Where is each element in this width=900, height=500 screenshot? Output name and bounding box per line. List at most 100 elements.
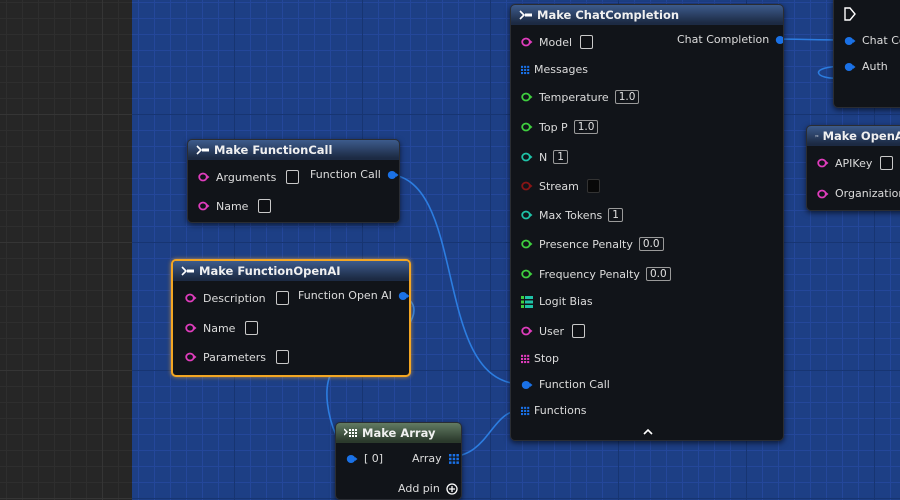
array-pin-icon[interactable] bbox=[521, 406, 531, 416]
messages-pin-row[interactable]: Messages bbox=[521, 63, 588, 76]
string-pin-icon bbox=[817, 189, 829, 198]
collapse-chevron-icon[interactable] bbox=[642, 428, 654, 436]
arguments-input[interactable] bbox=[286, 170, 300, 184]
make-array-node[interactable]: Make Array [ 0] Array Add pin bbox=[335, 422, 462, 500]
make-struct-icon bbox=[196, 145, 209, 155]
pin-label: Stop bbox=[534, 352, 560, 365]
max-tokens-value-field[interactable]: 1 bbox=[608, 208, 623, 222]
frequency-penalty-pin-row[interactable]: Frequency Penalty 0.0 bbox=[521, 267, 671, 281]
function-call-pin-row[interactable]: Function Call bbox=[521, 378, 610, 391]
pin-label: User bbox=[539, 324, 565, 338]
chat-pin-row[interactable]: Chat Cor bbox=[844, 34, 900, 47]
pin-label: Organization I bbox=[835, 187, 900, 200]
struct-pin-icon[interactable] bbox=[521, 380, 533, 390]
pin-label: Name bbox=[203, 321, 236, 335]
node-header[interactable]: Make ChatCompletion bbox=[511, 5, 783, 25]
model-input[interactable] bbox=[580, 35, 594, 49]
string-pin-icon bbox=[198, 172, 210, 182]
frequency-penalty-value-field[interactable]: 0.0 bbox=[645, 267, 671, 281]
pin-label: [ 0] bbox=[364, 452, 384, 465]
make-struct-icon bbox=[181, 266, 194, 276]
make-function-openai-node[interactable]: Make FunctionOpenAI Description Name Par… bbox=[171, 259, 411, 377]
exec-pin-icon[interactable] bbox=[844, 7, 856, 21]
functions-pin-row[interactable]: Functions bbox=[521, 404, 587, 417]
chat-completion-output-row[interactable]: Chat Completion bbox=[677, 33, 784, 46]
logit-bias-pin-row[interactable]: Logit Bias bbox=[521, 295, 593, 308]
pin-label: Function Call bbox=[310, 168, 381, 181]
pin-label: Logit Bias bbox=[539, 295, 593, 308]
int-pin-icon bbox=[521, 152, 533, 162]
pin-label: Presence Penalty bbox=[539, 237, 633, 251]
node-header[interactable]: Make FunctionOpenAI bbox=[173, 261, 409, 281]
arguments-pin-row[interactable]: Arguments bbox=[198, 170, 300, 184]
user-pin-row[interactable]: User bbox=[521, 324, 586, 338]
blueprint-graph-canvas[interactable]: Make FunctionCall Arguments Name Functio… bbox=[0, 0, 900, 500]
n-pin-row[interactable]: N 1 bbox=[521, 150, 568, 164]
node-header[interactable]: Make Array bbox=[336, 423, 461, 443]
string-pin-icon bbox=[521, 326, 533, 336]
array-pin-icon[interactable] bbox=[448, 453, 460, 464]
struct-pin-icon[interactable] bbox=[387, 170, 399, 180]
float-pin-icon bbox=[521, 122, 533, 132]
organization-pin-row[interactable]: Organization I bbox=[817, 187, 900, 200]
parameters-input[interactable] bbox=[275, 350, 289, 364]
parameters-pin-row[interactable]: Parameters bbox=[185, 350, 289, 364]
pin-label: Description bbox=[203, 291, 266, 305]
stop-pin-row[interactable]: Stop bbox=[521, 352, 559, 365]
pin-label: Chat Cor bbox=[862, 34, 900, 47]
presence-penalty-value-field[interactable]: 0.0 bbox=[638, 237, 664, 251]
name-pin-row[interactable]: Name bbox=[198, 199, 272, 213]
node-title: Make FunctionOpenAI bbox=[199, 264, 341, 278]
user-input[interactable] bbox=[572, 324, 586, 338]
function-openai-output-row[interactable]: Function Open AI bbox=[298, 289, 410, 302]
make-struct-icon bbox=[815, 134, 819, 138]
bool-pin-icon bbox=[521, 181, 533, 191]
auth-pin-row[interactable]: Auth bbox=[844, 60, 888, 73]
pin-label: Function Call bbox=[539, 378, 610, 391]
string-pin-icon bbox=[198, 201, 210, 211]
pin-label: Auth bbox=[862, 60, 888, 73]
name-pin-row[interactable]: Name bbox=[185, 321, 259, 335]
top-p-value-field[interactable]: 1.0 bbox=[573, 120, 599, 134]
pin-label: Temperature bbox=[539, 90, 609, 104]
function-call-output-row[interactable]: Function Call bbox=[310, 168, 399, 181]
pin-label: Top P bbox=[539, 120, 568, 134]
api-key-pin-row[interactable]: APIKey bbox=[817, 156, 894, 170]
make-function-call-node[interactable]: Make FunctionCall Arguments Name Functio… bbox=[187, 139, 400, 223]
add-pin-label: Add pin bbox=[398, 482, 440, 495]
array-output-row[interactable]: Array bbox=[412, 452, 460, 465]
max-tokens-pin-row[interactable]: Max Tokens 1 bbox=[521, 208, 623, 222]
pin-label: Chat Completion bbox=[677, 33, 770, 46]
string-pin-icon bbox=[185, 293, 197, 303]
chat-request-node[interactable]: Chat Cor Auth bbox=[833, 0, 900, 108]
api-key-input[interactable] bbox=[880, 156, 894, 170]
presence-penalty-pin-row[interactable]: Presence Penalty 0.0 bbox=[521, 237, 664, 251]
node-header[interactable]: Make FunctionCall bbox=[188, 140, 399, 160]
struct-pin-icon[interactable] bbox=[844, 62, 856, 72]
float-pin-icon bbox=[521, 239, 533, 249]
make-openai-auth-node[interactable]: Make OpenAIA APIKey Organization I bbox=[806, 125, 900, 211]
name-input[interactable] bbox=[245, 321, 259, 335]
top-p-pin-row[interactable]: Top P 1.0 bbox=[521, 120, 599, 134]
stream-checkbox[interactable] bbox=[586, 179, 600, 193]
node-title: Make FunctionCall bbox=[214, 143, 333, 157]
temperature-value-field[interactable]: 1.0 bbox=[614, 90, 640, 104]
add-pin-button[interactable]: Add pin bbox=[398, 482, 458, 495]
description-input[interactable] bbox=[275, 291, 289, 305]
make-chat-completion-node[interactable]: Make ChatCompletion Model Chat Completio… bbox=[510, 4, 784, 441]
description-pin-row[interactable]: Description bbox=[185, 291, 289, 305]
struct-pin-icon[interactable] bbox=[346, 454, 358, 464]
name-input[interactable] bbox=[258, 199, 272, 213]
stream-pin-row[interactable]: Stream bbox=[521, 179, 600, 193]
array-index-0-row[interactable]: [ 0] bbox=[346, 452, 383, 465]
array-pin-icon bbox=[521, 354, 530, 363]
struct-pin-icon[interactable] bbox=[844, 36, 856, 46]
model-pin-row[interactable]: Model bbox=[521, 35, 594, 49]
node-title: Make OpenAIA bbox=[822, 129, 900, 143]
node-header[interactable]: Make OpenAIA bbox=[807, 126, 900, 146]
n-value-field[interactable]: 1 bbox=[553, 150, 568, 164]
temperature-pin-row[interactable]: Temperature 1.0 bbox=[521, 90, 640, 104]
struct-pin-icon[interactable] bbox=[398, 291, 410, 301]
struct-pin-icon[interactable] bbox=[775, 35, 784, 45]
float-pin-icon bbox=[521, 269, 533, 279]
